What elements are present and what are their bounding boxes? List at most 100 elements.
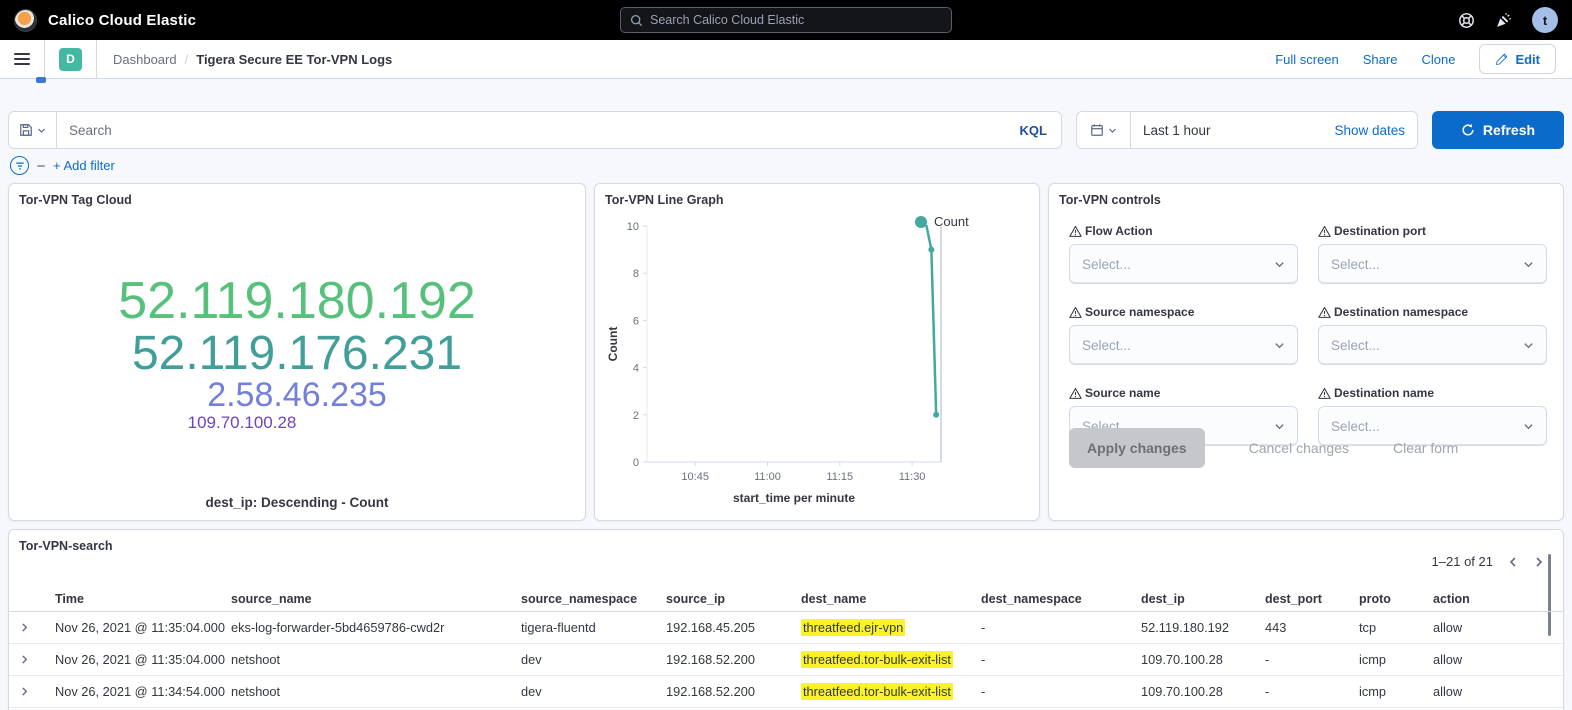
col-dest-namespace[interactable]: dest_namespace <box>981 592 1141 606</box>
cell-time: Nov 26, 2021 @ 11:35:04.000 <box>55 652 231 667</box>
destination-namespace-select[interactable]: Select... <box>1318 325 1547 365</box>
date-picker[interactable]: Last 1 hour Show dates <box>1076 111 1418 149</box>
filter-menu-button[interactable] <box>10 156 29 175</box>
control-flow-action: Flow Action Select... <box>1069 224 1298 284</box>
share-link[interactable]: Share <box>1363 52 1398 67</box>
newsfeed-icon[interactable] <box>1495 12 1512 29</box>
chevron-down-icon <box>37 126 46 135</box>
clear-form-button[interactable]: Clear form <box>1393 440 1458 456</box>
apply-changes-button[interactable]: Apply changes <box>1069 428 1205 468</box>
svg-text:11:30: 11:30 <box>899 471 926 483</box>
control-destination-namespace: Destination namespace Select... <box>1318 305 1547 365</box>
col-dest-port[interactable]: dest_port <box>1265 592 1359 606</box>
chevron-down-icon <box>1523 340 1534 351</box>
pagination-count: 1–21 of 21 <box>1432 554 1493 569</box>
col-source-name[interactable]: source_name <box>231 592 521 606</box>
cell-dest-ip: 52.119.180.192 <box>1141 620 1265 635</box>
col-source-ip[interactable]: source_ip <box>666 592 801 606</box>
refresh-button[interactable]: Refresh <box>1432 111 1564 149</box>
show-dates-link[interactable]: Show dates <box>1334 123 1417 138</box>
control-destination-port: Destination port Select... <box>1318 224 1547 284</box>
expand-row-icon[interactable] <box>19 622 55 633</box>
cell-source-name: netshoot <box>231 684 521 699</box>
chevron-down-icon <box>1108 126 1117 135</box>
edit-button[interactable]: Edit <box>1479 44 1556 74</box>
warning-icon <box>1069 306 1082 319</box>
col-action[interactable]: action <box>1433 592 1553 606</box>
table-row[interactable]: Nov 26, 2021 @ 11:35:04.000 netshoot dev… <box>9 644 1563 676</box>
calendar-icon <box>1090 123 1104 137</box>
col-dest-ip[interactable]: dest_ip <box>1141 592 1265 606</box>
query-bar: Search KQL Last 1 hour Show dates Refres… <box>8 111 1564 149</box>
kql-search-input[interactable]: Search KQL <box>8 111 1062 149</box>
control-label: Flow Action <box>1085 224 1153 238</box>
chart-legend-count[interactable]: Count <box>915 214 969 229</box>
control-label: Source name <box>1085 386 1160 400</box>
date-quick-select-button[interactable] <box>1077 112 1131 148</box>
cell-source-ip: 192.168.52.200 <box>666 652 801 667</box>
svg-text:0: 0 <box>633 457 639 469</box>
dashboard-app-badge[interactable]: D <box>45 40 97 78</box>
table-row[interactable]: Nov 26, 2021 @ 11:35:04.000 eks-log-forw… <box>9 612 1563 644</box>
filter-divider <box>37 165 45 167</box>
warning-icon <box>1318 306 1331 319</box>
expand-row-icon[interactable] <box>19 654 55 665</box>
line-graph-panel: Tor-VPN Line Graph 024681010:4511:0011:1… <box>594 183 1040 521</box>
cell-dest-ip: 109.70.100.28 <box>1141 684 1265 699</box>
next-page-icon[interactable] <box>1533 556 1545 568</box>
svg-text:6: 6 <box>633 315 639 327</box>
cell-dest-name: threatfeed.ejr-vpn <box>801 620 981 635</box>
warning-icon <box>1069 387 1082 400</box>
cell-source-namespace: dev <box>521 652 666 667</box>
scroll-indicator <box>36 77 46 83</box>
chevron-down-icon <box>1274 340 1285 351</box>
expand-row-icon[interactable] <box>19 686 55 697</box>
full-screen-link[interactable]: Full screen <box>1275 52 1339 67</box>
menu-button[interactable] <box>0 40 45 78</box>
destination-port-select[interactable]: Select... <box>1318 244 1547 284</box>
breadcrumb-dashboard[interactable]: Dashboard <box>113 52 177 67</box>
add-filter-link[interactable]: + Add filter <box>53 158 115 173</box>
clone-link[interactable]: Clone <box>1421 52 1455 67</box>
cell-action: allow <box>1433 652 1553 667</box>
cell-time: Nov 26, 2021 @ 11:34:54.000 <box>55 684 231 699</box>
col-time[interactable]: Time <box>55 592 231 606</box>
warning-icon <box>1318 387 1331 400</box>
col-dest-name[interactable]: dest_name <box>801 592 981 606</box>
tag-dest-ip[interactable]: 52.119.176.231 <box>132 329 462 379</box>
control-label: Destination name <box>1334 386 1434 400</box>
tag-dest-ip[interactable]: 52.119.180.192 <box>118 274 476 328</box>
saved-query-menu-button[interactable] <box>9 112 57 148</box>
controls-grid: Flow Action Select... Destination port S… <box>1069 224 1547 446</box>
col-source-namespace[interactable]: source_namespace <box>521 592 666 606</box>
global-search-input[interactable]: Search Calico Cloud Elastic <box>620 7 952 33</box>
tag-dest-ip[interactable]: 109.70.100.28 <box>188 414 297 432</box>
col-proto[interactable]: proto <box>1359 592 1433 606</box>
cell-dest-namespace: - <box>981 620 1141 635</box>
flow-action-select[interactable]: Select... <box>1069 244 1298 284</box>
prev-page-icon[interactable] <box>1507 556 1519 568</box>
tag-dest-ip[interactable]: 2.58.46.235 <box>207 378 387 413</box>
source-namespace-select[interactable]: Select... <box>1069 325 1298 365</box>
save-query-icon <box>19 123 33 137</box>
user-avatar[interactable]: t <box>1532 7 1558 33</box>
table-body: Nov 26, 2021 @ 11:35:04.000 eks-log-forw… <box>9 612 1563 708</box>
control-label: Destination port <box>1334 224 1426 238</box>
table-header-row: Time source_name source_namespace source… <box>9 586 1563 612</box>
cell-proto: icmp <box>1359 684 1433 699</box>
cell-action: allow <box>1433 620 1553 635</box>
control-label: Source namespace <box>1085 305 1194 319</box>
chevron-down-icon <box>1523 421 1534 432</box>
search-placeholder: Search <box>57 123 1020 138</box>
help-icon[interactable] <box>1458 12 1475 29</box>
cell-source-ip: 192.168.52.200 <box>666 684 801 699</box>
legend-dot-icon <box>915 216 927 228</box>
cancel-changes-button[interactable]: Cancel changes <box>1249 440 1349 456</box>
search-icon <box>630 14 643 27</box>
kql-toggle[interactable]: KQL <box>1020 123 1061 138</box>
svg-text:2: 2 <box>633 410 639 422</box>
table-row[interactable]: Nov 26, 2021 @ 11:34:54.000 netshoot dev… <box>9 676 1563 708</box>
time-range-value[interactable]: Last 1 hour <box>1131 123 1211 138</box>
menu-icon <box>14 53 30 65</box>
cell-dest-port: - <box>1265 684 1359 699</box>
